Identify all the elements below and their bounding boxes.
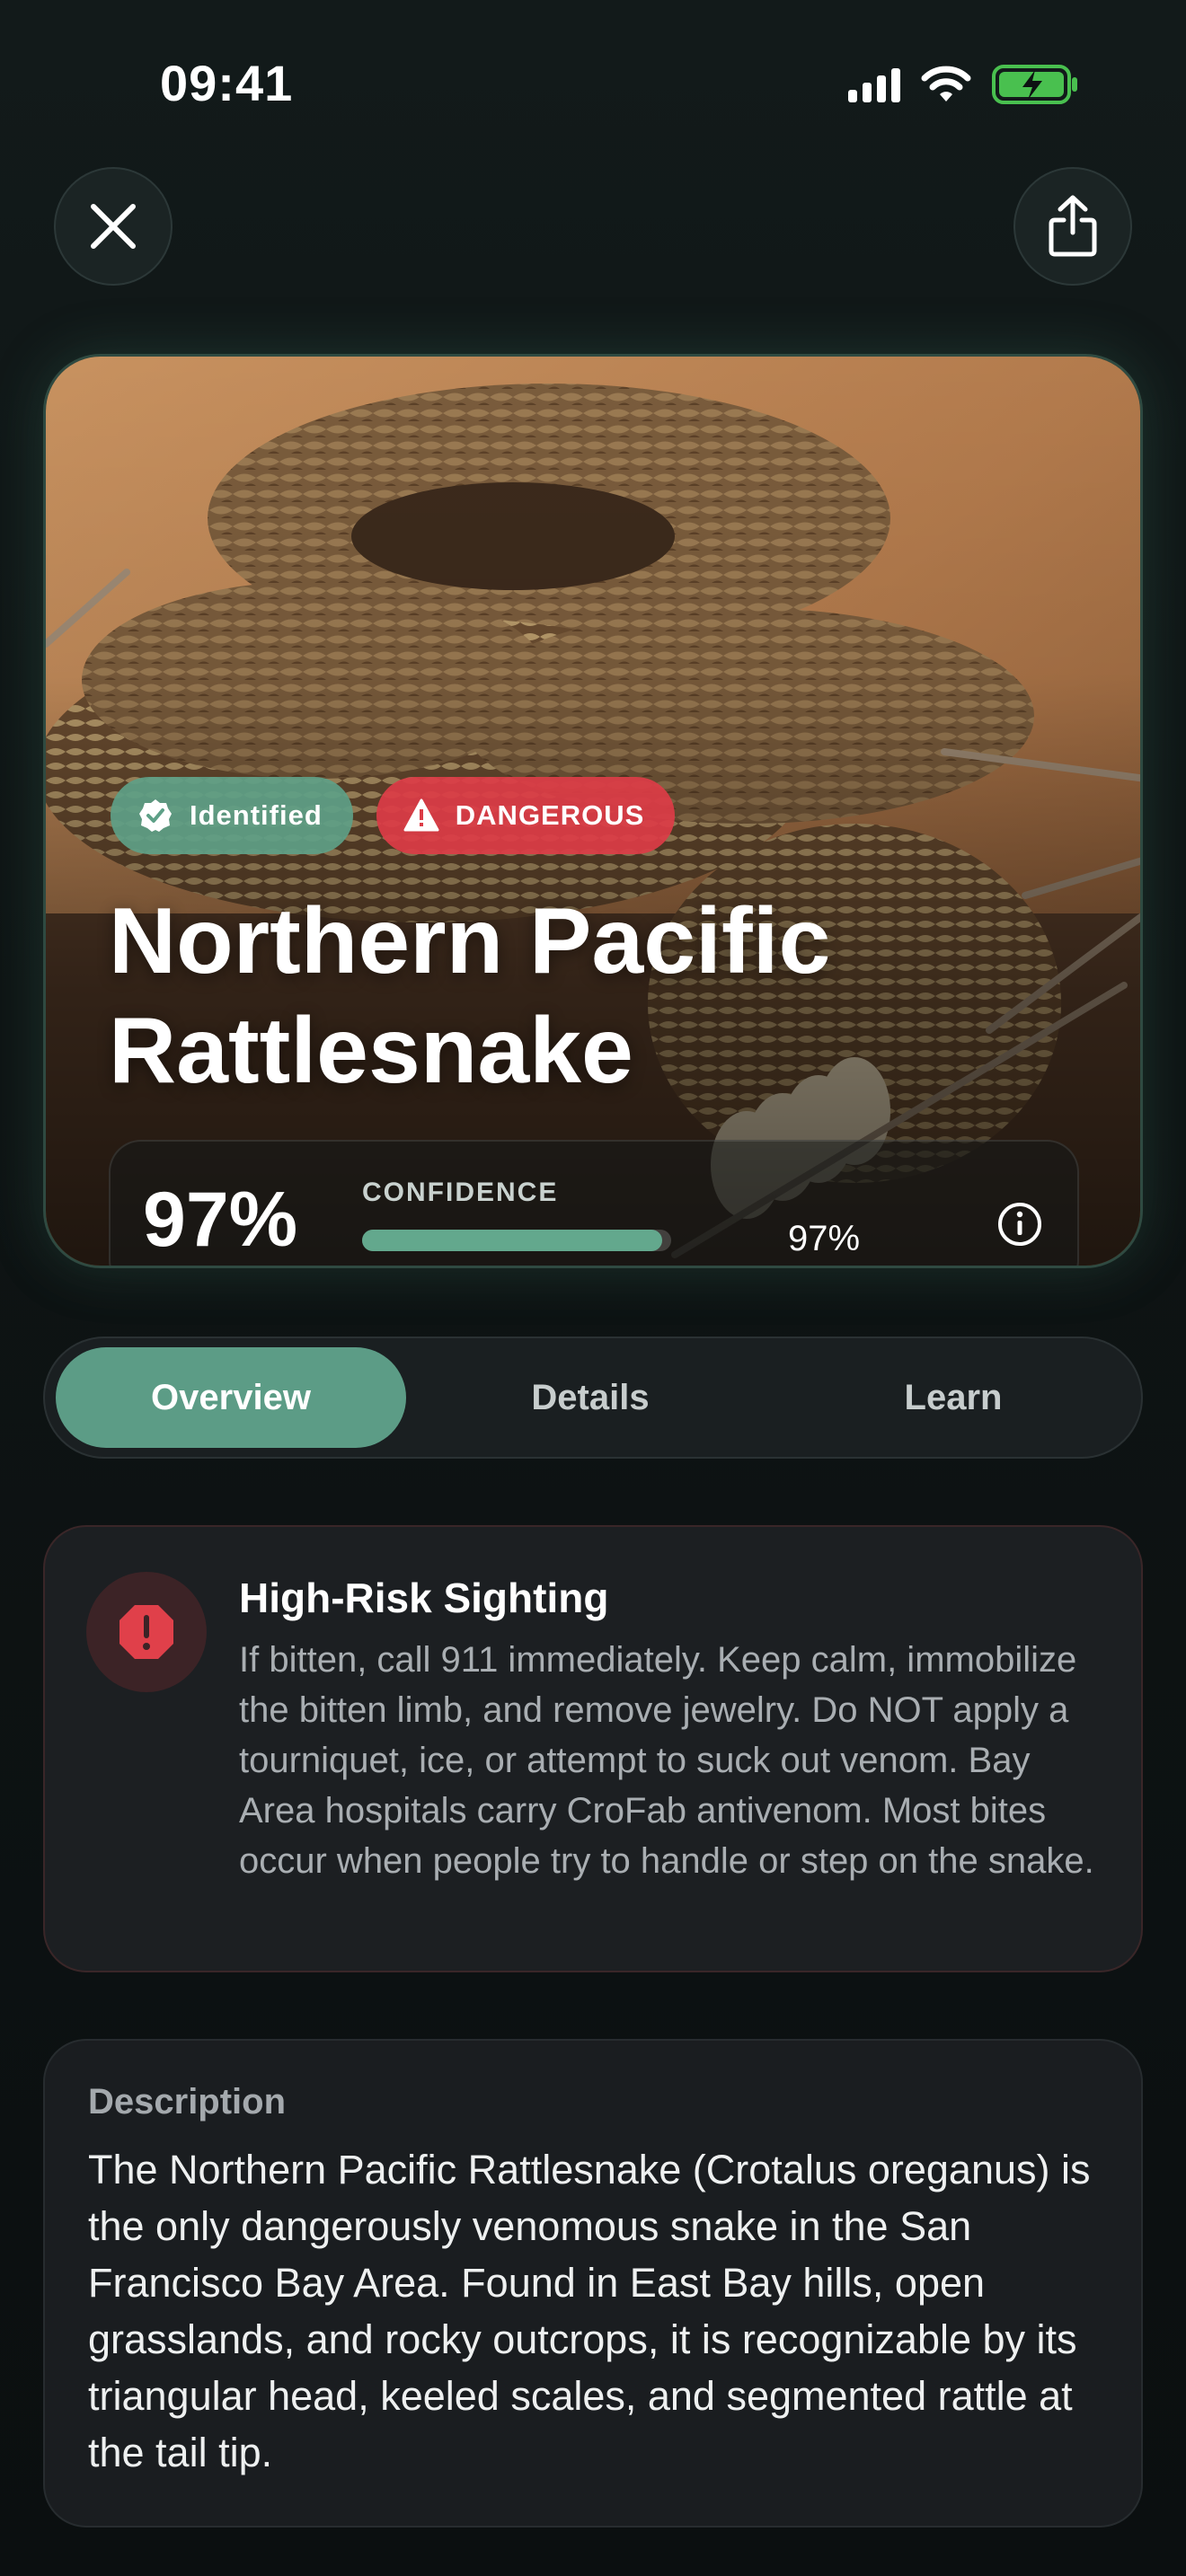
tab-details[interactable]: Details [415, 1347, 766, 1448]
high-risk-alert-card: High-Risk Sighting If bitten, call 911 i… [43, 1525, 1143, 1972]
segment-tabs: Overview Details Learn [43, 1337, 1143, 1459]
species-name-line-1: Northern Pacific [109, 889, 831, 993]
battery-charging-icon [992, 65, 1078, 104]
confidence-value: 97% [143, 1177, 298, 1263]
status-badges: Identified DANGEROUS [111, 777, 676, 854]
species-name: Northern Pacific Rattlesnake [109, 887, 1097, 1106]
confidence-panel: 97% CONFIDENCE 97% [109, 1140, 1079, 1266]
identified-badge-label: Identified [190, 799, 323, 831]
status-time: 09:41 [160, 55, 294, 111]
confidence-bar [362, 1230, 671, 1251]
cellular-signal-icon [848, 66, 900, 102]
tab-overview[interactable]: Overview [56, 1347, 406, 1448]
alert-icon-container [86, 1572, 207, 1692]
share-icon [1049, 195, 1097, 257]
description-card: Description The Northern Pacific Rattles… [43, 2039, 1143, 2527]
wifi-icon [920, 66, 972, 103]
alert-body: If bitten, call 911 immediately. Keep ca… [239, 1640, 1094, 1881]
confidence-bar-value: 97% [788, 1219, 861, 1258]
dangerous-badge-label: DANGEROUS [455, 799, 645, 831]
close-icon [91, 204, 136, 249]
dangerous-badge: DANGEROUS [376, 777, 676, 854]
species-name-line-2: Rattlesnake [109, 999, 633, 1103]
confidence-label: CONFIDENCE [362, 1178, 559, 1207]
info-icon [998, 1203, 1041, 1246]
status-icons [848, 65, 1078, 104]
warning-triangle-icon [403, 798, 439, 832]
species-result-screen: 09:41 Identified DANGEROUS Northern Paci… [0, 0, 1186, 2576]
alert-octagon-icon [119, 1605, 173, 1659]
species-hero-card: Identified DANGEROUS Northern Pacific Ra… [43, 354, 1143, 1268]
tab-learn[interactable]: Learn [778, 1347, 1128, 1448]
description-label: Description [88, 2082, 287, 2122]
description-body: The Northern Pacific Rattlesnake (Crotal… [88, 2147, 1091, 2475]
confidence-info-button[interactable] [996, 1201, 1043, 1252]
share-button[interactable] [1013, 167, 1132, 286]
close-button[interactable] [54, 167, 173, 286]
verified-check-icon [139, 799, 172, 832]
alert-title: High-Risk Sighting [239, 1575, 609, 1621]
identified-badge: Identified [111, 777, 353, 854]
confidence-bar-fill [362, 1230, 662, 1251]
